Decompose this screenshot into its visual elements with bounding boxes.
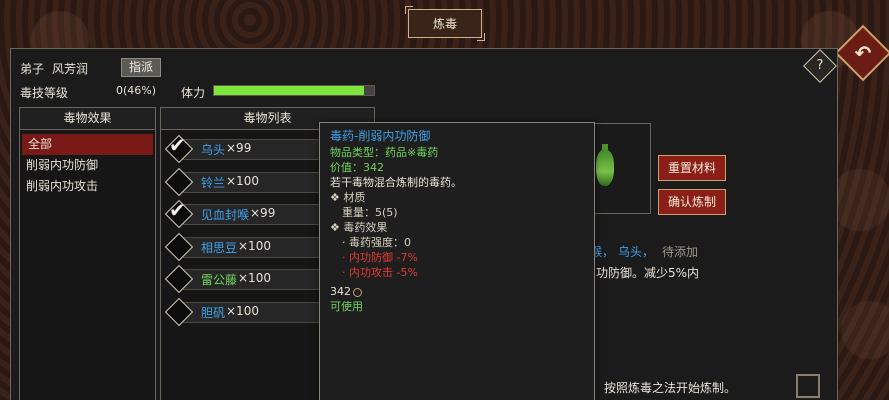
back-arrow-icon: ↶ — [854, 41, 872, 65]
window-title-text: 炼毒 — [432, 17, 457, 31]
tooltip-material-header: ❖ 材质 — [330, 191, 366, 204]
corner-ornament-icon — [796, 374, 820, 398]
effect-filter-weaken-attack[interactable]: 削弱内功攻击 — [20, 176, 155, 197]
recipe-effect-text: 功防御。减少5%内 — [596, 266, 700, 280]
disciple-label: 弟子 — [20, 62, 45, 76]
poison-name: 见血封喉 — [201, 208, 250, 222]
assign-button[interactable]: 指派 — [121, 58, 161, 77]
disciple-name: 风芳润 — [52, 62, 89, 76]
reset-materials-button[interactable]: 重置材料 — [658, 155, 726, 181]
back-button[interactable]: ↶ — [834, 24, 889, 82]
title-corner-ornament — [477, 33, 485, 41]
tooltip-coin-amount: 342 — [330, 285, 351, 298]
tooltip-weight: 重量：5(5) — [342, 206, 398, 219]
question-icon: ? — [816, 58, 824, 73]
stamina-bar — [213, 85, 375, 96]
tooltip-effect-header: ❖ 毒药效果 — [330, 221, 388, 234]
checkmark-icon: ✔ — [169, 133, 186, 157]
confirm-refine-button[interactable]: 确认炼制 — [658, 189, 726, 215]
tooltip-title: 毒药-削弱内功防御 — [330, 129, 431, 143]
poison-count: ×99 — [250, 206, 276, 220]
poison-name: 乌头 — [201, 143, 226, 157]
tooltip-effect-line: · 毒药强度：0 — [342, 236, 411, 249]
poison-effect-panel: 毒物效果 全部 削弱内功防御 削弱内功攻击 — [19, 107, 156, 400]
effect-filter-all[interactable]: 全部 — [22, 134, 153, 155]
tooltip-coin-value: 342 — [330, 284, 584, 299]
checkmark-icon: ✔ — [169, 198, 186, 222]
stamina-label: 体力 — [181, 86, 206, 100]
window-title: 炼毒 — [405, 6, 485, 41]
poison-skill-label: 毒技等级 — [20, 86, 69, 100]
poison-count: ×100 — [238, 271, 271, 285]
poison-skill-value: 0(46%) — [116, 84, 157, 97]
tooltip-type: 物品类型：药品※毒药 — [330, 146, 439, 159]
tooltip-effect-line: · 内功防御 -7% — [342, 251, 418, 264]
tooltip-effect-line: · 内功攻击 -5% — [342, 266, 418, 279]
poison-name: 胆矾 — [201, 306, 226, 320]
stamina-bar-fill — [214, 86, 365, 95]
poison-name: 相思豆 — [201, 241, 238, 255]
coin-icon — [353, 287, 362, 297]
poison-count: ×99 — [226, 141, 252, 155]
poison-name: 铃兰 — [201, 176, 226, 190]
poison-count: ×100 — [226, 174, 259, 188]
poison-count: ×100 — [226, 304, 259, 318]
recipe-ingredient: 乌头， — [618, 245, 655, 259]
poison-bottle-icon — [596, 150, 614, 186]
refine-instruction-text: 按照炼毒之法开始炼制。 — [604, 381, 737, 395]
tooltip-description: 若干毒物混合炼制的毒药。 — [330, 176, 462, 189]
poison-count: ×100 — [238, 239, 271, 253]
tooltip-price: 价值：342 — [330, 161, 384, 174]
title-corner-ornament — [405, 6, 413, 14]
recipe-pending: 待添加 — [662, 245, 699, 259]
effect-panel-header: 毒物效果 — [20, 108, 155, 130]
effect-filter-weaken-defense[interactable]: 削弱内功防御 — [20, 155, 155, 176]
tooltip-usable: 可使用 — [330, 300, 363, 313]
poison-name: 雷公藤 — [201, 273, 238, 287]
item-tooltip: 毒药-削弱内功防御 物品类型：药品※毒药 价值：342 若干毒物混合炼制的毒药。… — [319, 122, 595, 400]
